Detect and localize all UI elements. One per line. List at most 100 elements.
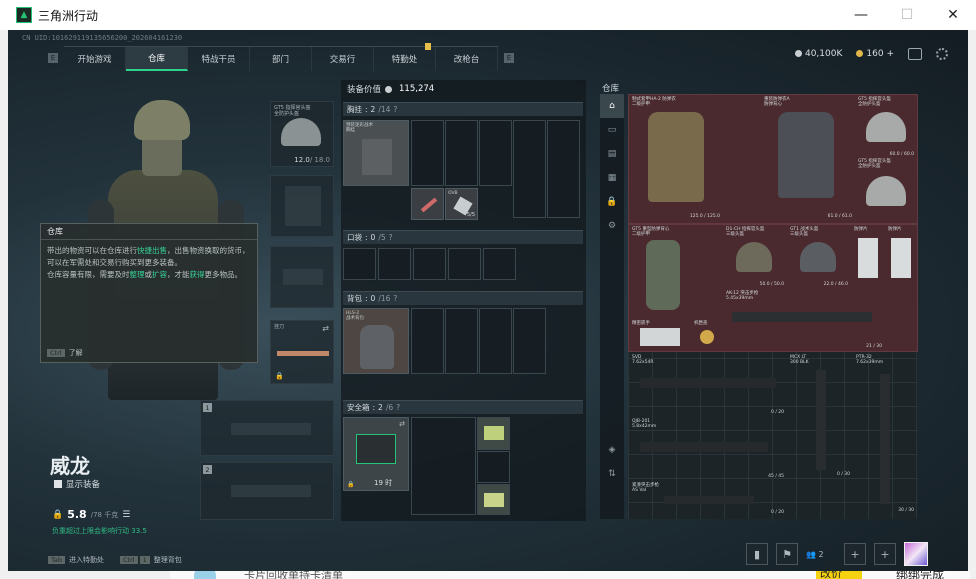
stash-item[interactable]: 精密扳手: [630, 320, 690, 350]
stash-item[interactable]: 紧凑突击步枪 AS Val 0 / 20: [630, 482, 786, 516]
add-friend-button[interactable]: +: [844, 543, 866, 565]
chest-rig-item[interactable]: 预装迷彩战术 胸挂: [343, 120, 409, 186]
add-friend-button[interactable]: +: [874, 543, 896, 565]
item-label: GT5 指挥官头盔 全防护头盔: [858, 159, 891, 169]
close-button[interactable]: ✕: [930, 0, 976, 30]
mail-icon[interactable]: [908, 48, 922, 60]
backpack-cell[interactable]: [411, 308, 444, 374]
friends-button[interactable]: 👥 2: [806, 550, 836, 559]
stash-item[interactable]: AK-12 突击步枪 5.45x39mm 21 / 30: [724, 290, 884, 350]
pocket-cell[interactable]: [343, 248, 376, 280]
secure-item[interactable]: [477, 484, 510, 515]
stash-item[interactable]: GT5 指挥官头盔 全防护头盔: [856, 158, 916, 220]
stash-item[interactable]: 制式套甲HA-2 防弹衣 二级护甲 125.0 / 125.0: [630, 96, 722, 220]
stash-item[interactable]: 重装防弹衣A 防弹背心 61.0 / 61.0: [762, 96, 854, 220]
equipment-value-label: 装备价值: [347, 85, 382, 95]
secure-case-item[interactable]: ⇄ 🔒 19 时: [343, 417, 409, 491]
stash-home-icon[interactable]: ⌂: [600, 94, 624, 118]
rig-cell[interactable]: [411, 120, 444, 186]
section-cap: /16: [378, 294, 391, 303]
avatar[interactable]: [904, 542, 928, 566]
sidearm-slot[interactable]: [270, 246, 334, 308]
tooltip-highlight: 扩容: [152, 270, 167, 279]
stash-tab-icon[interactable]: ▦: [600, 166, 624, 190]
help-icon[interactable]: ?: [389, 233, 393, 242]
tab-hint[interactable]: 进入特勤处: [69, 555, 104, 565]
nav-prev-key[interactable]: E: [48, 53, 58, 63]
rifle-icon: [640, 442, 768, 452]
pocket-cell[interactable]: [378, 248, 411, 280]
list-icon[interactable]: ☰: [122, 510, 130, 520]
sort-hint[interactable]: 整理背包: [154, 555, 182, 565]
melee-slot[interactable]: 挂刀 ⇄ 🔒: [270, 320, 334, 384]
sort-icon[interactable]: ⇅: [600, 462, 624, 486]
flag-icon[interactable]: ⚑: [776, 543, 798, 565]
stash-item[interactable]: MCX LT 300 BLK 0 / 30: [788, 354, 852, 478]
checkbox[interactable]: [54, 480, 62, 488]
stash-tab-icon[interactable]: ▤: [600, 142, 624, 166]
helmet-slot[interactable]: GT5 指挥官头盔 全防护头盔 12.0/ 18.0: [270, 101, 334, 167]
backpack-item[interactable]: HLS-2 战术背包: [343, 308, 409, 374]
tab-special-ops[interactable]: 特勤处: [374, 43, 436, 71]
stash-grid[interactable]: 制式套甲HA-2 防弹衣 二级护甲 125.0 / 125.0 重装防弹衣A 防…: [628, 94, 918, 519]
tab-operators[interactable]: 特战干员: [188, 47, 250, 71]
tooltip-footer[interactable]: Ctrl 了解: [47, 348, 83, 358]
gear-icon[interactable]: [936, 48, 948, 60]
rig-cell[interactable]: [547, 120, 580, 218]
pocket-cell[interactable]: [448, 248, 481, 280]
stash-item[interactable]: SVD 7.62x54R 0 / 20: [630, 354, 786, 416]
stash-item[interactable]: QJB-201 5.8x42mm 45 / 45: [630, 418, 786, 480]
pocket-cell[interactable]: [413, 248, 446, 280]
tab-start-game[interactable]: 开始游戏: [64, 47, 126, 71]
stash-item[interactable]: 机匣盖: [692, 320, 722, 350]
help-icon[interactable]: ?: [393, 294, 397, 303]
lock-icon: 🔒: [275, 372, 284, 380]
uid-label: CN UID:101629119135656200_202604161230: [22, 34, 183, 42]
secure-cell[interactable]: [411, 417, 476, 515]
secondary-weapon-slot[interactable]: 2: [200, 462, 334, 520]
layers-icon[interactable]: ◈: [600, 438, 624, 462]
coupon-coin[interactable]: 160 +: [856, 49, 894, 59]
rig-cell[interactable]: [479, 120, 512, 186]
stash-item[interactable]: D1-CH 指挥官头盔 三级头盔 50.0 / 50.0: [724, 226, 786, 288]
syringe-item[interactable]: [411, 188, 444, 220]
minimize-button[interactable]: —: [838, 0, 884, 30]
stash-item[interactable]: PTR-32 7.62x39mm 30 / 30: [854, 354, 916, 514]
help-icon[interactable]: ?: [396, 403, 400, 412]
tab-department[interactable]: 部门: [250, 47, 312, 71]
rig-cell[interactable]: [513, 120, 546, 218]
show-equipment-toggle[interactable]: 显示装备: [54, 478, 100, 490]
tooltip-text: 带出的物资可以在仓库进行: [47, 246, 137, 255]
help-icon[interactable]: ?: [393, 105, 397, 114]
stash-tab-icon[interactable]: ▭: [600, 118, 624, 142]
stash-item[interactable]: 防弹片: [886, 226, 916, 288]
ovb-item[interactable]: OVB 5/5: [445, 188, 478, 220]
backpack-cell[interactable]: [513, 308, 546, 374]
stats-icon[interactable]: ▮: [746, 543, 768, 565]
stash-item[interactable]: GT1 战术头盔 三级头盔 22.0 / 46.0: [788, 226, 850, 288]
item-label: 预装迷彩战术 胸挂: [346, 123, 373, 133]
swap-icon[interactable]: ⇄: [399, 420, 405, 428]
stash-item[interactable]: 防弹片: [852, 226, 884, 288]
pocket-cell[interactable]: [483, 248, 516, 280]
tab-trade[interactable]: 交易行: [312, 47, 374, 71]
stash-item[interactable]: GT5 指挥官头盔 全防护头盔 60.0 / 60.0: [856, 96, 916, 158]
nav-next-key[interactable]: E: [504, 53, 514, 63]
pistol-placeholder-icon: [283, 269, 323, 285]
lock-icon[interactable]: 🔒: [600, 190, 624, 214]
tab-gunsmith[interactable]: 改枪台: [436, 47, 498, 71]
section-cap: /6: [385, 403, 394, 412]
stash-item[interactable]: GT5 重型防弹背心 二级护甲: [630, 226, 694, 318]
backpack-cell[interactable]: [445, 308, 478, 374]
rig-cell[interactable]: [445, 120, 478, 186]
add-coupon-button[interactable]: +: [886, 49, 894, 59]
maximize-button[interactable]: ☐: [884, 0, 930, 30]
tab-warehouse[interactable]: 仓库: [126, 47, 188, 71]
secure-cell[interactable]: [477, 451, 510, 483]
secure-item[interactable]: [477, 417, 510, 450]
gear-icon[interactable]: ⚙: [600, 214, 624, 238]
primary-weapon-slot[interactable]: 1: [200, 400, 334, 456]
armor-slot[interactable]: [270, 175, 334, 237]
backpack-cell[interactable]: [479, 308, 512, 374]
swap-icon[interactable]: ⇄: [322, 324, 329, 333]
